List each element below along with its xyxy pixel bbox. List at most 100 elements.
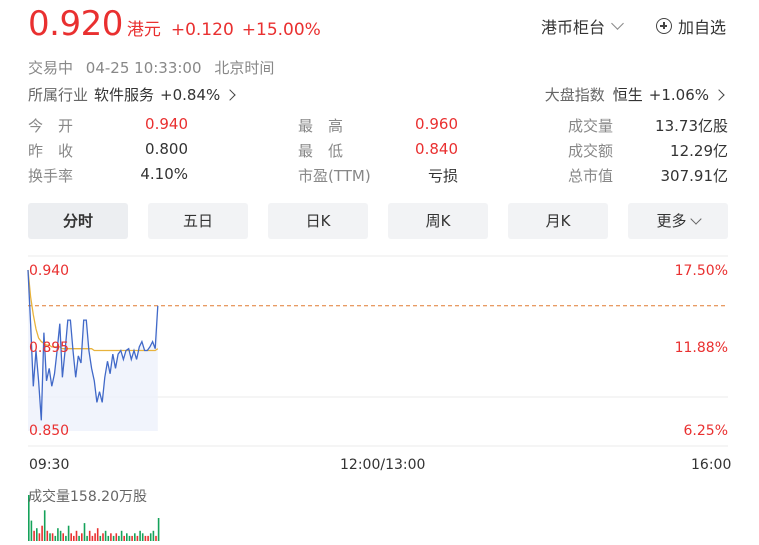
tab-five-day-label: 五日: [182, 212, 213, 230]
volume-bar: [120, 530, 123, 541]
high-value: 0.960: [415, 115, 458, 133]
amount-label: 成交额: [568, 142, 614, 160]
volume-bar: [118, 535, 120, 541]
volume-bar: [88, 530, 91, 541]
volume-bar: [139, 530, 141, 541]
amount-value: 12.29亿: [670, 142, 728, 160]
volume-bar: [112, 535, 115, 541]
add-watchlist-button[interactable]: 加自选: [656, 14, 726, 38]
tab-more-label: 更多: [656, 212, 687, 230]
turnover-rate-value: 4.10%: [140, 165, 188, 183]
open-value: 0.940: [145, 115, 188, 133]
tab-more[interactable]: 更多: [628, 203, 728, 239]
tab-weekly-k-label: 周K: [425, 212, 451, 230]
turnover-rate-label: 换手率: [28, 167, 74, 185]
volume-bar: [123, 535, 125, 541]
volume-bar: [57, 528, 59, 541]
tab-five-day[interactable]: 五日: [148, 203, 248, 239]
volume-bar: [131, 535, 133, 541]
volume-value: 13.73亿股: [655, 117, 728, 135]
add-watchlist-label: 加自选: [678, 18, 727, 37]
trading-state: 交易中: [28, 59, 74, 77]
tab-daily-k[interactable]: 日K: [268, 203, 368, 239]
currency-label: 港元: [126, 20, 161, 40]
industry-pct: +0.84%: [160, 85, 221, 104]
volume-bar: [81, 533, 83, 541]
chevron-right-icon: [713, 88, 725, 101]
chevron-down-icon: [689, 213, 702, 225]
volume-bar: [54, 535, 57, 541]
intraday-chart[interactable]: 0.940 0.895 0.850 17.50% 11.88% 6.25% 09…: [0, 250, 759, 545]
volume-bar: [49, 533, 51, 541]
tab-intraday-label: 分时: [62, 212, 93, 230]
prev-close-value: 0.800: [145, 140, 188, 158]
volume-bar: [62, 533, 64, 541]
volume-bar: [157, 518, 160, 541]
tab-intraday[interactable]: 分时: [28, 203, 128, 239]
volume-bar: [128, 535, 131, 541]
price-header: 0.920 港元 +0.120 +15.00%: [28, 4, 321, 44]
high-label: 最 高: [298, 117, 344, 135]
average-price-line: [27, 269, 159, 352]
volume-bar: [91, 535, 94, 541]
volume-bar: [107, 535, 110, 541]
volume-bar: [33, 530, 35, 541]
prev-close-label: 昨 收: [28, 142, 74, 160]
index-label: 大盘指数: [544, 86, 605, 104]
period-tabs: 分时 五日 日K 周K 月K 更多: [28, 203, 728, 239]
volume-bar: [141, 533, 144, 541]
market-counter-select[interactable]: 港币柜台: [541, 14, 624, 38]
trading-status: 交易中 04-25 10:33:00 北京时间: [28, 57, 282, 78]
volume-bar: [43, 510, 46, 541]
tab-weekly-k[interactable]: 周K: [388, 203, 488, 239]
price-change-percent: +15.00%: [241, 20, 321, 40]
volume-bar: [152, 530, 155, 541]
volume-bar: [36, 528, 38, 541]
tab-monthly-k[interactable]: 月K: [508, 203, 608, 239]
trading-datetime: 04-25 10:33:00: [85, 59, 202, 77]
pe-value: 亏损: [427, 167, 458, 185]
quote-stats: 今 开 0.940 昨 收 0.800 换手率 4.10% 最 高 0.960 …: [28, 115, 728, 191]
index-name: 恒生: [612, 86, 643, 104]
volume-bar: [59, 530, 62, 541]
volume-bar: [78, 535, 80, 541]
market-cap-label: 总市值: [568, 167, 614, 185]
volume-bar: [115, 533, 118, 541]
price-change: +0.120: [170, 20, 234, 40]
volume-bar: [86, 535, 88, 541]
pe-label: 市盈(TTM): [298, 167, 371, 185]
volume-bar: [30, 520, 33, 541]
chevron-down-icon: [611, 17, 624, 30]
y-tick-right-bottom: 6.25%: [683, 423, 728, 439]
volume-bar: [67, 525, 70, 541]
volume-total-label: 成交量158.20万股: [28, 489, 147, 505]
volume-bar: [73, 535, 75, 541]
low-label: 最 低: [298, 142, 344, 160]
industry-name: 软件服务: [94, 86, 155, 104]
volume-bar: [99, 535, 102, 541]
volume-bar: [51, 533, 54, 541]
volume-bar: [83, 523, 86, 541]
volume-bar: [102, 533, 104, 541]
volume-bar: [144, 535, 147, 541]
volume-bar: [38, 533, 41, 541]
index-pct: +1.06%: [648, 85, 709, 104]
industry-link[interactable]: 所属行业 软件服务 +0.84%: [28, 84, 236, 105]
volume-bar: [134, 533, 136, 541]
x-tick-lunch: 12:00/13:00: [340, 457, 426, 473]
low-value: 0.840: [415, 140, 458, 158]
volume-bar: [75, 530, 78, 541]
current-price: 0.920: [28, 4, 123, 44]
y-tick-left-mid: 0.895: [29, 340, 70, 356]
volume-bar: [70, 533, 72, 541]
open-label: 今 开: [28, 117, 74, 135]
trading-timezone: 北京时间: [214, 59, 275, 77]
y-tick-right-mid: 11.88%: [674, 340, 728, 356]
x-tick-open: 09:30: [29, 457, 70, 473]
y-tick-left-bottom: 0.850: [29, 423, 70, 439]
market-index-link[interactable]: 大盘指数 恒生 +1.06%: [544, 84, 725, 105]
volume-bar: [94, 533, 96, 541]
y-tick-left-top: 0.940: [29, 263, 70, 279]
y-tick-right-top: 17.50%: [674, 263, 728, 279]
volume-bar: [46, 530, 49, 541]
